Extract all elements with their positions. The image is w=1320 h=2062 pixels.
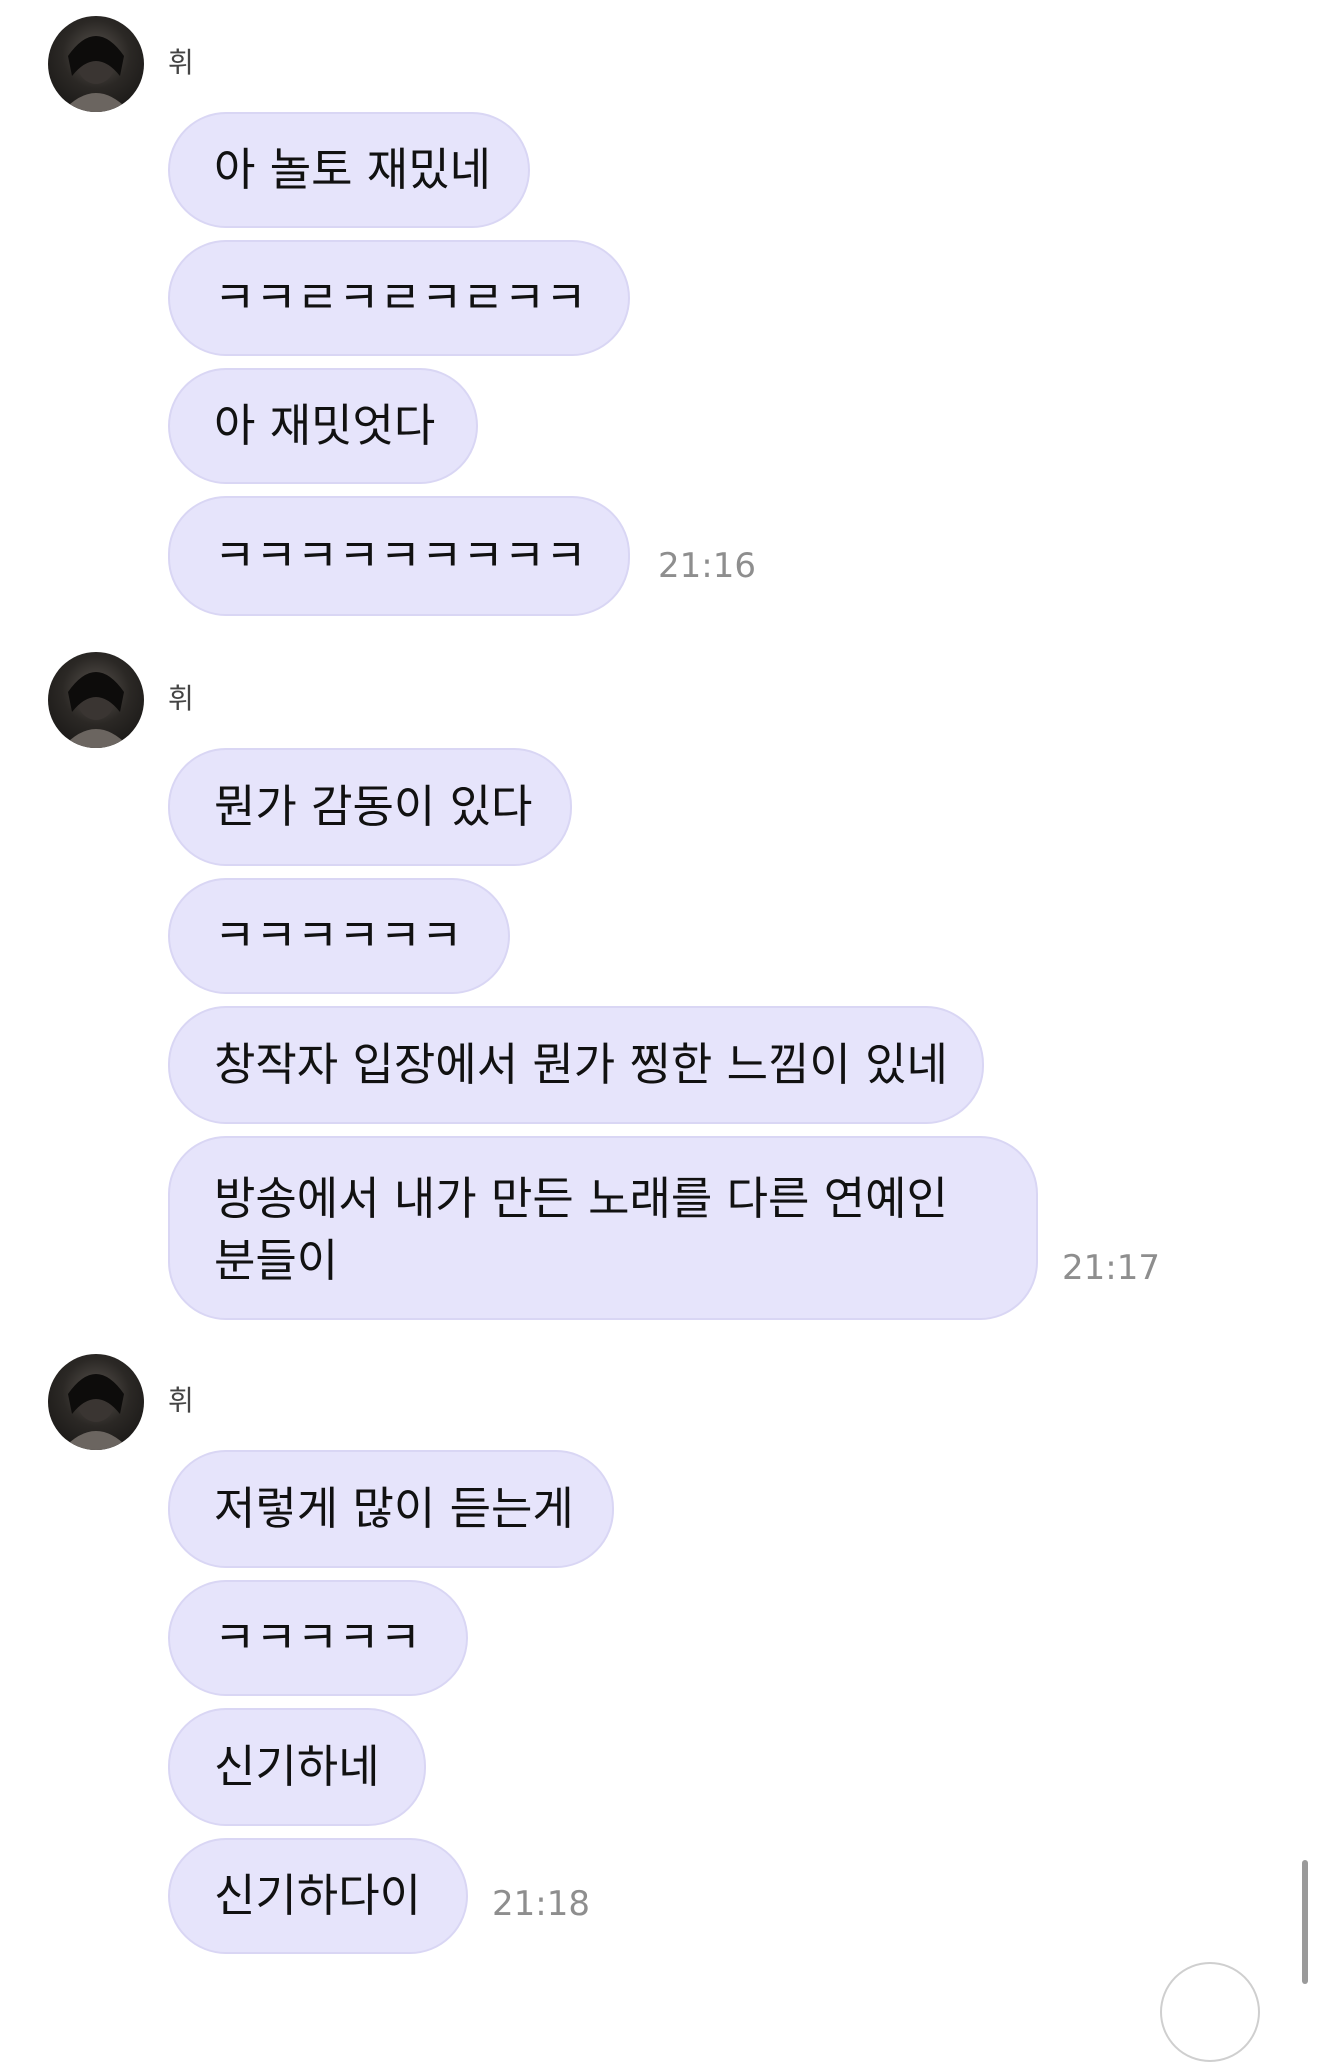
message-bubble[interactable]: 뭔가 감동이 있다 bbox=[168, 748, 572, 866]
profile-photo-icon bbox=[62, 672, 130, 748]
message-bubble[interactable]: ㅋㅋㅋㅋㅋㅋㅋㅋㅋ bbox=[168, 496, 630, 616]
message-bubble[interactable]: 신기하다이 bbox=[168, 1838, 468, 1954]
sender-name: 휘 bbox=[168, 46, 194, 79]
sender-avatar[interactable] bbox=[48, 652, 144, 748]
message-bubble[interactable]: 신기하네 bbox=[168, 1708, 426, 1826]
message-timestamp: 21:17 bbox=[1062, 1248, 1160, 1288]
message-bubble[interactable]: ㅋㅋㄹㅋㄹㅋㄹㅋㅋ bbox=[168, 240, 630, 356]
scroll-to-bottom-button[interactable] bbox=[1160, 1962, 1260, 2062]
profile-photo-icon bbox=[62, 36, 130, 112]
message-timestamp: 21:16 bbox=[658, 546, 756, 586]
sender-name: 휘 bbox=[168, 682, 194, 715]
message-bubble[interactable]: 방송에서 내가 만든 노래를 다른 연예인 분들이 bbox=[168, 1136, 1038, 1320]
message-bubble[interactable]: 저렇게 많이 듣는게 bbox=[168, 1450, 614, 1568]
sender-name: 휘 bbox=[168, 1384, 194, 1417]
message-bubble[interactable]: ㅋㅋㅋㅋㅋ bbox=[168, 1580, 468, 1696]
scrollbar-thumb[interactable] bbox=[1302, 1860, 1308, 1984]
sender-avatar[interactable] bbox=[48, 1354, 144, 1450]
message-bubble[interactable]: 아 재밋엇다 bbox=[168, 368, 478, 484]
message-bubble[interactable]: 아 놀토 재밌네 bbox=[168, 112, 530, 228]
message-timestamp: 21:18 bbox=[492, 1884, 590, 1924]
profile-photo-icon bbox=[62, 1374, 130, 1450]
sender-avatar[interactable] bbox=[48, 16, 144, 112]
message-bubble[interactable]: ㅋㅋㅋㅋㅋㅋ bbox=[168, 878, 510, 994]
chat-message-list[interactable]: 휘 아 놀토 재밌네 ㅋㅋㄹㅋㄹㅋㄹㅋㅋ 아 재밋엇다 ㅋㅋㅋㅋㅋㅋㅋㅋㅋ 21… bbox=[0, 0, 1320, 2062]
message-bubble[interactable]: 창작자 입장에서 뭔가 찡한 느낌이 있네 bbox=[168, 1006, 984, 1124]
